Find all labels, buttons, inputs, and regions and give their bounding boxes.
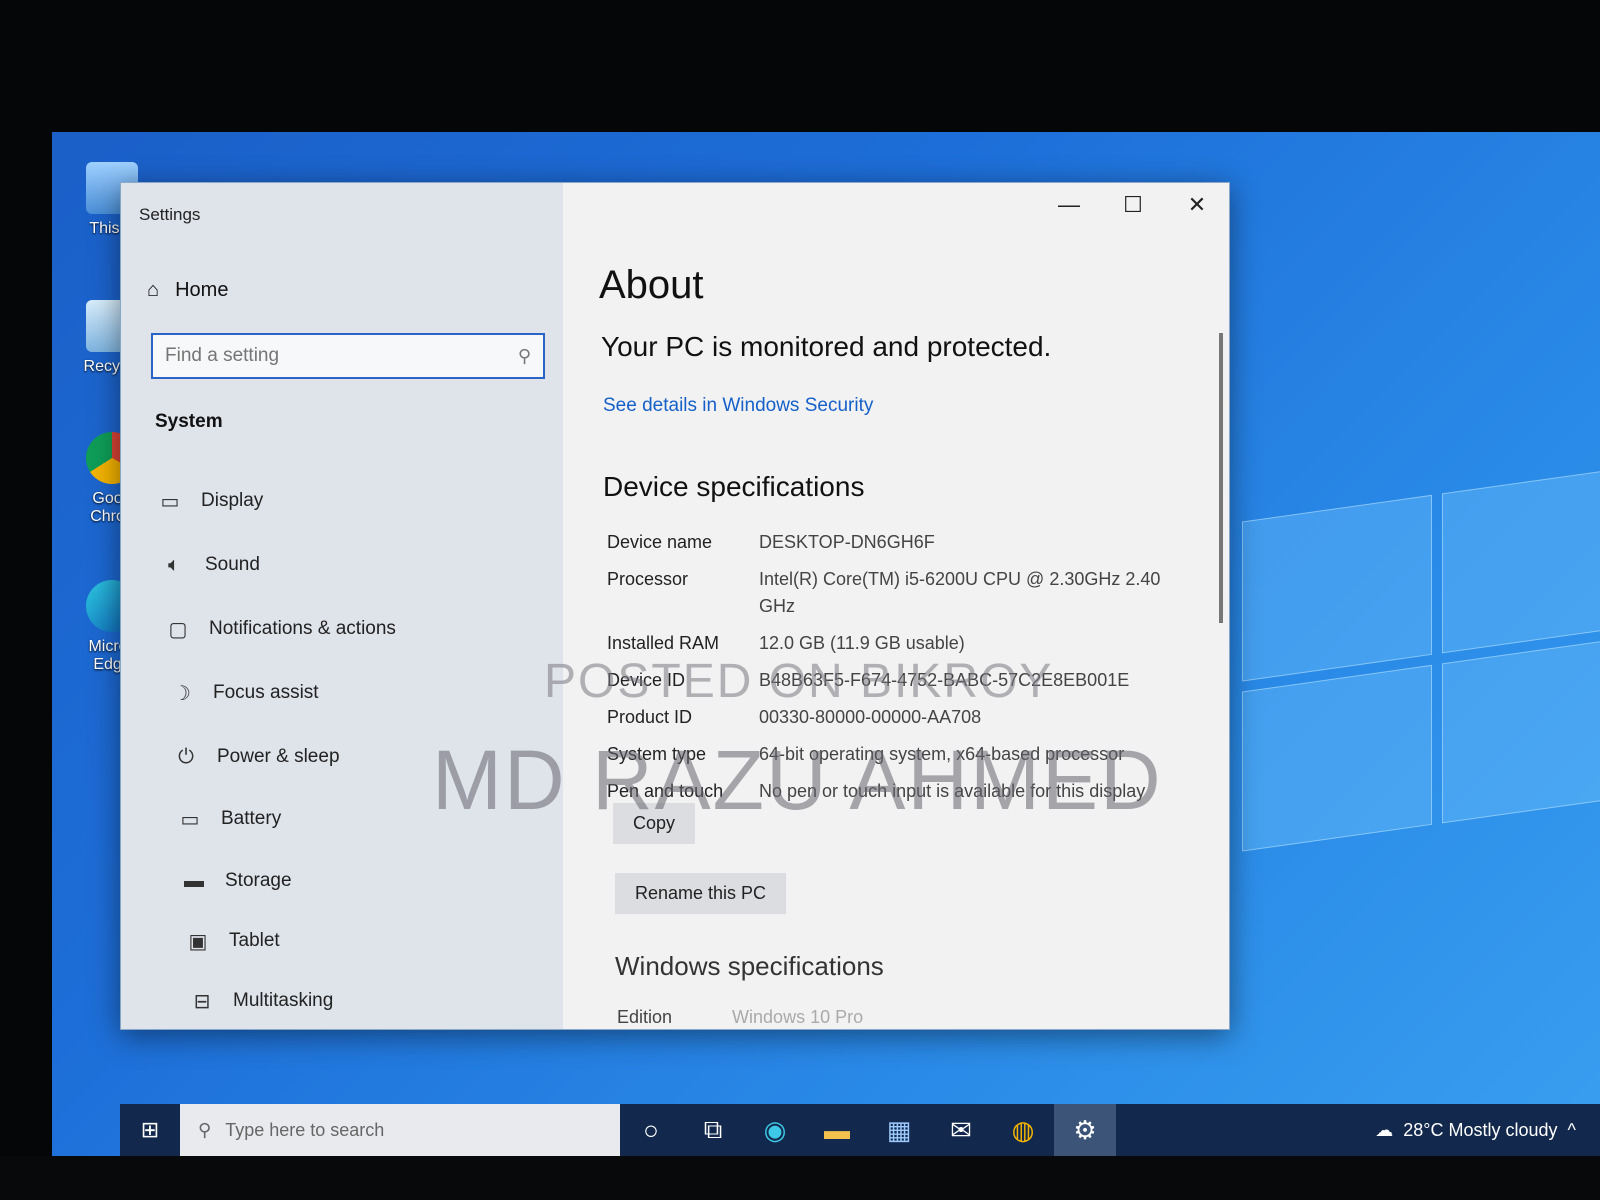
protection-status: Your PC is monitored and protected. (601, 331, 1052, 362)
search-input[interactable] (165, 345, 518, 367)
weather-text[interactable]: 28°C Mostly cloudy (1403, 1120, 1557, 1141)
window-title: Settings (139, 205, 201, 224)
rename-pc-button[interactable]: Rename this PC (615, 873, 787, 914)
store-icon[interactable]: ▦ (868, 1104, 930, 1156)
weather-icon[interactable]: ☁ (1375, 1120, 1393, 1141)
sidebar-item-label: Battery (221, 808, 282, 829)
battery-icon: ▭ (180, 808, 200, 831)
home-label: Home (175, 279, 229, 301)
taskbar-search[interactable]: ⚲ Type here to search (180, 1104, 620, 1156)
sidebar-item-label: Tablet (229, 930, 280, 951)
windows-specs-heading: Windows specifications (615, 951, 884, 981)
spec-key: Installed RAM (607, 633, 720, 653)
speaker-icon: 🔈︎ (168, 553, 180, 576)
spec-row-installed-ram: Installed RAM 12.0 GB (11.9 GB usable) (607, 630, 1187, 657)
windows-icon: ⊞ (140, 1117, 160, 1142)
window-controls: — ☐ ✕ (1037, 183, 1229, 227)
maximize-button[interactable]: ☐ (1101, 183, 1165, 227)
home-icon: ⌂ (147, 279, 160, 301)
search-icon: ⚲ (198, 1119, 212, 1140)
watermark-line2: MD RAZU AHMED (432, 733, 1163, 827)
task-view-icon[interactable]: ⧉ (682, 1104, 744, 1156)
spec-value: Intel(R) Core(TM) i5-6200U CPU @ 2.30GHz… (759, 569, 1161, 616)
start-button[interactable]: ⊞ (120, 1104, 180, 1156)
sidebar-item-label: Notifications & actions (209, 618, 396, 639)
spec-row-edition: Edition Windows 10 Pro (617, 1007, 863, 1028)
windows-logo-wallpaper (1242, 462, 1600, 881)
sidebar-item-power-sleep[interactable]: ⏻ Power & sleep (173, 737, 340, 777)
page-title: About (599, 263, 704, 307)
about-content: — ☐ ✕ About Your PC is monitored and pro… (563, 183, 1229, 1029)
settings-search: ⚲ (151, 333, 545, 379)
edge-icon[interactable]: ◉ (744, 1104, 806, 1156)
sidebar-item-display[interactable]: ▭ Display (157, 481, 264, 521)
cortana-icon[interactable]: ○ (620, 1104, 682, 1156)
spec-value: Windows 10 Pro (732, 1007, 864, 1027)
taskbar: ⊞ ⚲ Type here to search ○ ⧉ ◉ ▬ ▦ ✉ ◍ ⚙ … (120, 1104, 1600, 1156)
spec-value: 12.0 GB (11.9 GB usable) (759, 633, 965, 653)
settings-icon[interactable]: ⚙ (1054, 1104, 1116, 1156)
taskbar-search-placeholder: Type here to search (225, 1119, 385, 1140)
section-heading: System (155, 411, 223, 432)
spec-key: Edition (617, 1007, 673, 1027)
chevron-up-icon[interactable]: ^ (1568, 1120, 1576, 1141)
close-button[interactable]: ✕ (1165, 183, 1229, 227)
power-icon: ⏻ (178, 745, 194, 768)
content-scrollbar[interactable] (1219, 333, 1223, 623)
spec-row-device-name: Device name DESKTOP-DN6GH6F (607, 529, 1187, 556)
minimize-button[interactable]: — (1037, 183, 1101, 227)
multitasking-icon: ⊟ (193, 990, 211, 1013)
sidebar-item-storage[interactable]: ▬ Storage (181, 861, 292, 901)
home-link[interactable]: ⌂ Home (147, 279, 228, 302)
sidebar-item-label: Focus assist (213, 682, 319, 703)
system-tray: ☁ 28°C Mostly cloudy ^ (1375, 1120, 1600, 1141)
screen-bezel (0, 1156, 1600, 1200)
sidebar: Settings ⌂ Home ⚲ System ▭ Display 🔈︎ So… (121, 183, 563, 1029)
mail-icon[interactable]: ✉ (930, 1104, 992, 1156)
spec-key: Device name (607, 532, 713, 552)
watermark-line1: POSTED ON BIKROY (544, 655, 1054, 708)
sidebar-item-battery[interactable]: ▭ Battery (177, 799, 282, 839)
sidebar-item-label: Sound (205, 554, 260, 575)
search-icon[interactable]: ⚲ (518, 346, 531, 367)
sidebar-item-notifications[interactable]: ▢ Notifications & actions (165, 609, 396, 649)
sidebar-item-multitasking[interactable]: ⊟ Multitasking (189, 981, 334, 1021)
device-specs-heading: Device specifications (603, 471, 865, 502)
notification-icon: ▢ (168, 618, 188, 641)
sidebar-item-label: Storage (225, 870, 292, 891)
moon-icon: ☽ (173, 682, 191, 705)
settings-window: Settings ⌂ Home ⚲ System ▭ Display 🔈︎ So… (120, 182, 1230, 1030)
sidebar-item-sound[interactable]: 🔈︎ Sound (161, 545, 260, 585)
spec-row-processor: Processor Intel(R) Core(TM) i5-6200U CPU… (607, 566, 1187, 620)
chrome-icon[interactable]: ◍ (992, 1104, 1054, 1156)
spec-value: DESKTOP-DN6GH6F (759, 532, 935, 552)
windows-security-link[interactable]: See details in Windows Security (603, 395, 873, 417)
spec-key: Processor (607, 569, 689, 589)
storage-icon: ▬ (184, 869, 204, 892)
sidebar-item-label: Multitasking (233, 990, 334, 1011)
sidebar-item-label: Power & sleep (217, 746, 340, 767)
monitor-icon: ▭ (160, 490, 180, 513)
sidebar-item-focus-assist[interactable]: ☽ Focus assist (169, 673, 319, 713)
tablet-icon: ▣ (188, 930, 208, 953)
sidebar-item-label: Display (201, 490, 264, 511)
sidebar-item-tablet[interactable]: ▣ Tablet (185, 921, 280, 961)
file-explorer-icon[interactable]: ▬ (806, 1104, 868, 1156)
